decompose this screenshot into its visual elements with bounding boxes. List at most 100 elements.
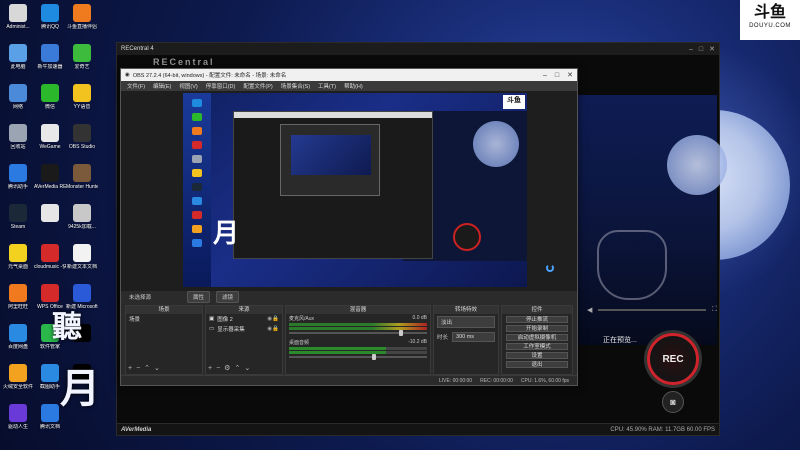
avermedia-brand: AVerMedia: [121, 426, 152, 433]
preview-controls: ◀ ⛶: [587, 305, 717, 315]
loading-cursor-icon: [546, 264, 554, 272]
stop-stream-button[interactable]: 停止推流: [506, 315, 568, 323]
desktop-icon[interactable]: 元气桌面: [2, 244, 34, 270]
desktop-app-icon: [9, 324, 27, 342]
obs-menu-item[interactable]: 停靠窗口(D): [206, 82, 236, 90]
obs-menu-item[interactable]: 场景集合(S): [281, 82, 310, 90]
desktop-icon[interactable]: OBS Studio: [66, 124, 98, 150]
desktop-icon[interactable]: 阿里旺旺: [2, 284, 34, 310]
desktop-icon[interactable]: 腾讯助手: [2, 164, 34, 190]
nested-obs-window: [280, 124, 380, 196]
obs-titlebar: ◉ OBS 27.2.4 (64-bit, windows) - 配置文件: 未…: [121, 69, 577, 81]
obs-maximize-button[interactable]: □: [555, 72, 559, 79]
source-item[interactable]: ▭ 显示器采集 ◉🔒: [206, 324, 282, 334]
volume-icon[interactable]: ◀: [587, 306, 592, 314]
recentral-minimize-button[interactable]: –: [689, 46, 693, 53]
snapshot-camera-icon[interactable]: ◙: [662, 391, 684, 413]
desktop-icon-label: Administ...: [6, 24, 30, 30]
obs-statusbar: LIVE: 00:00:00 REC: 00:00:00 CPU: 1.6%, …: [121, 375, 577, 385]
desktop-icon-label: 9425k加载...: [68, 224, 96, 230]
desktop-icon-label: Steam: [10, 224, 26, 230]
fullscreen-icon[interactable]: ⛶: [712, 306, 717, 314]
desktop-icon[interactable]: 新建文本文档: [66, 244, 98, 270]
live-time: LIVE: 00:00:00: [439, 377, 473, 384]
desktop-icon[interactable]: 回收站: [2, 124, 34, 150]
recentral-close-button[interactable]: ✕: [709, 45, 715, 53]
calligraphy-char-1: 聽: [52, 310, 82, 345]
duration-input[interactable]: 300 ms: [452, 332, 495, 342]
recentral-maximize-button[interactable]: □: [699, 46, 703, 53]
desktop-icon[interactable]: Steam: [2, 204, 34, 230]
obs-minimize-button[interactable]: –: [543, 72, 547, 79]
mixer-channel-mic: 麦克风/Aux 0.0 dB: [286, 314, 430, 336]
desktop-icon[interactable]: AVerMedia RECentral 4: [34, 164, 66, 190]
nested-calligraphy: 月: [213, 219, 240, 249]
desktop-icon[interactable]: Monster Hunter...: [66, 164, 98, 190]
desktop-icon[interactable]: 9425k加载...: [66, 204, 98, 230]
desktop-icon[interactable]: 腾讯QQ: [34, 4, 66, 30]
desktop-app-icon: [41, 124, 59, 142]
obs-app-icon: ◉: [125, 72, 130, 78]
desktop-icon[interactable]: YY语音: [66, 84, 98, 110]
obs-menu-item[interactable]: 文件(F): [127, 82, 145, 90]
desktop-icon[interactable]: 爱奇艺: [66, 44, 98, 70]
desktop-app-icon: [41, 404, 59, 422]
desktop-icon-label: 百度网盘: [7, 344, 28, 350]
rec-button[interactable]: REC: [647, 333, 699, 385]
desktop-icon[interactable]: 此电脑: [2, 44, 34, 70]
desktop-icon[interactable]: 百度网盘: [2, 324, 34, 350]
transition-select[interactable]: 淡出: [437, 316, 495, 328]
desktop-app-icon: [9, 124, 27, 142]
sources-footer-icons[interactable]: +−⚙⌃⌄: [208, 364, 254, 372]
desktop-app-icon: [41, 204, 59, 222]
desktop-icon[interactable]: cloudmusic -快捷方式: [34, 244, 66, 270]
mixer-channel-desktop: 桌面音频 -10.2 dB: [286, 338, 430, 360]
controls-dock: 控件 停止推流 开始录制 启动虚拟摄像机 工作室模式 设置 退出: [501, 305, 573, 375]
obs-menu-item[interactable]: 工具(T): [318, 82, 336, 90]
douyu-url: DOUYU.COM: [749, 23, 791, 29]
virtual-camera-button[interactable]: 启动虚拟摄像机: [506, 333, 568, 341]
desktop-icon[interactable]: 微信: [34, 84, 66, 110]
obs-menu-item[interactable]: 配置文件(P): [243, 82, 272, 90]
sources-header: 来源: [206, 306, 282, 314]
obs-menu-item[interactable]: 帮助(H): [344, 82, 363, 90]
exit-button[interactable]: 退出: [506, 360, 568, 368]
desktop-icon[interactable]: Administ...: [2, 4, 34, 30]
desktop-icon[interactable]: 驱动人生: [2, 404, 34, 430]
desktop-icon[interactable]: 网络: [2, 84, 34, 110]
desktop-app-icon: [9, 4, 27, 22]
obs-menu-item[interactable]: 视图(V): [179, 82, 197, 90]
desktop-app-icon: [9, 284, 27, 302]
desktop-icon-label: 腾讯助手: [7, 184, 28, 190]
volume-slider[interactable]: [598, 309, 707, 311]
studio-mode-button[interactable]: 工作室模式: [506, 342, 568, 350]
filters-button[interactable]: 滤镜: [216, 291, 240, 303]
image-icon: ▣: [209, 316, 215, 322]
scenes-footer-icons[interactable]: +−⌃⌄: [128, 364, 164, 372]
start-record-button[interactable]: 开始录制: [506, 324, 568, 332]
nested-window: [233, 111, 433, 259]
desktop-volume-slider[interactable]: [289, 354, 427, 360]
desktop-icon-label: 新建文本文档: [66, 264, 97, 270]
sources-dock: 来源 ▣ 图像 2 ◉🔒 ▭ 显示器采集 ◉🔒 +−⚙⌃⌄: [205, 305, 283, 375]
desktop-icon[interactable]: 斗鱼直播伴侣: [66, 4, 98, 30]
settings-button[interactable]: 设置: [506, 351, 568, 359]
desktop-app-icon: [9, 204, 27, 222]
desktop-app-icon: [9, 404, 27, 422]
obs-menu-item[interactable]: 编辑(E): [153, 82, 171, 90]
scene-item[interactable]: 场景: [126, 314, 202, 324]
desktop-icon[interactable]: 火绒安全软件: [2, 364, 34, 390]
recentral-bottombar: AVerMedia CPU: 45.90% RAM: 11.7GB 60.00 …: [117, 423, 719, 435]
mic-volume-slider[interactable]: [289, 330, 427, 336]
desktop-app-icon: [9, 164, 27, 182]
properties-button[interactable]: 属性: [187, 291, 211, 303]
desktop-icon[interactable]: [34, 204, 66, 224]
source-toolbar: 未选择源 属性 滤镜: [121, 291, 577, 303]
desktop-icon[interactable]: WeGame: [34, 124, 66, 150]
desktop-app-icon: [9, 244, 27, 262]
obs-close-button[interactable]: ✕: [567, 71, 573, 79]
desktop-icon[interactable]: 新牛加速器: [34, 44, 66, 70]
source-item[interactable]: ▣ 图像 2 ◉🔒: [206, 314, 282, 324]
desktop-app-icon: [41, 244, 59, 262]
mixer-dock: 混音器 麦克风/Aux 0.0 dB 桌面音频 -10.2 dB: [285, 305, 431, 375]
